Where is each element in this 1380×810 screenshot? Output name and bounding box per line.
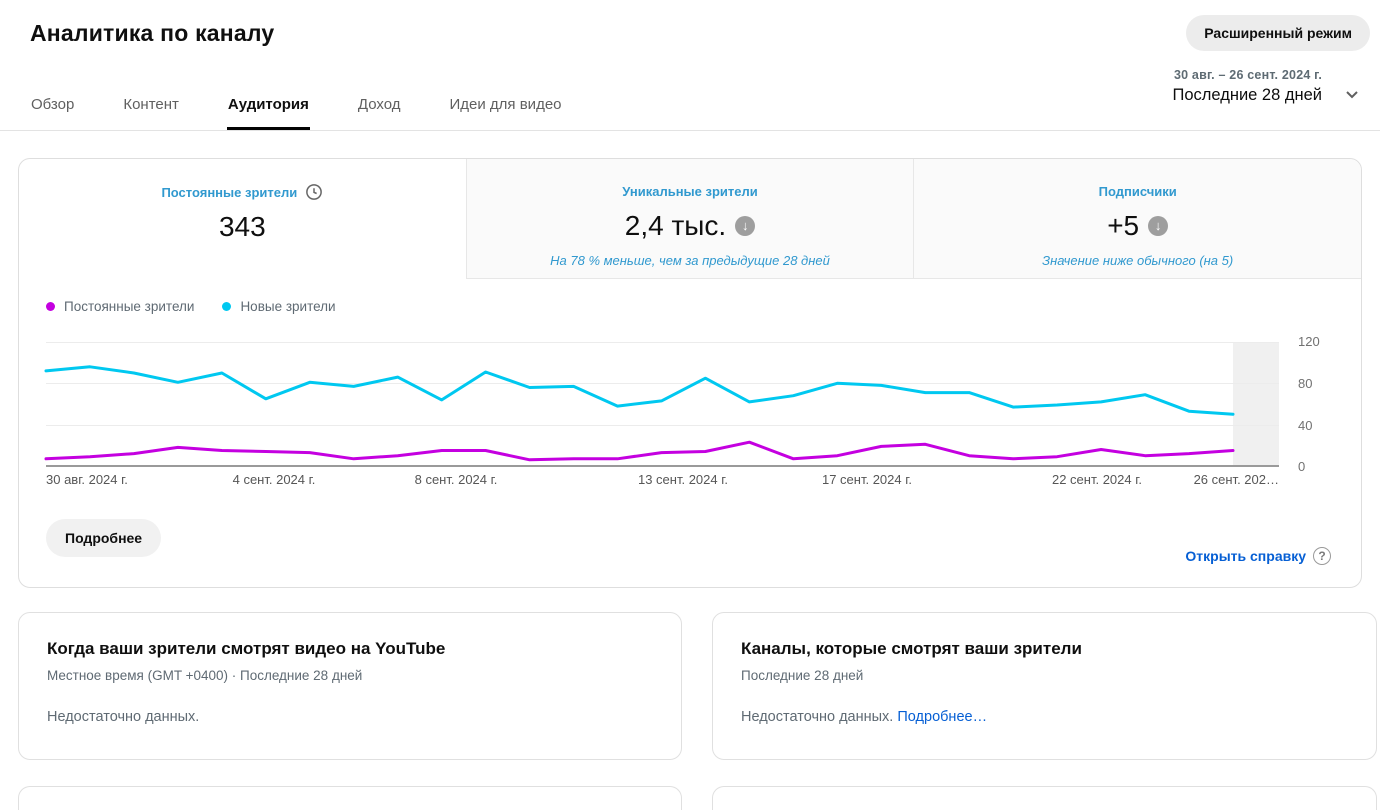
legend-label: Постоянные зрители [64,299,194,314]
metric-value: +5 [1107,210,1139,242]
legend-dot-cyan [222,302,231,311]
metric-label: Постоянные зрители [161,185,297,200]
metric-tab-returning-viewers[interactable]: Постоянные зрители 343 [19,159,466,279]
clock-icon [305,183,323,201]
analytics-card: Постоянные зрители 343 Уникальные зрител… [18,158,1362,588]
arrow-down-circle-icon: ↓ [1148,216,1168,236]
tab-content[interactable]: Контент [122,96,180,130]
open-help-link[interactable]: Открыть справку ? [1185,547,1331,565]
metric-tabs: Постоянные зрители 343 Уникальные зрител… [19,159,1361,279]
y-tick-80: 80 [1298,376,1312,391]
card-title: Когда ваши зрители смотрят видео на YouT… [47,639,653,659]
open-help-label: Открыть справку [1185,548,1306,564]
legend-label: Новые зрители [240,299,335,314]
metric-subtitle: На 78 % меньше, чем за предыдущие 28 дне… [467,253,914,268]
date-range-picker[interactable]: 30 авг. – 26 сент. 2024 г. Последние 28 … [1172,68,1322,105]
metric-subtitle: Значение ниже обычного (на 5) [914,253,1361,268]
card-watch-times: Когда ваши зрители смотрят видео на YouT… [18,612,682,760]
y-tick-40: 40 [1298,418,1312,433]
x-tick-label: 22 сент. 2024 г. [1052,472,1142,487]
advanced-mode-button[interactable]: Расширенный режим [1186,15,1370,51]
page-header: Аналитика по каналу Расширенный режим Об… [0,0,1380,131]
x-tick-label: 30 авг. 2024 г. [46,472,128,487]
x-tick-label: 4 сент. 2024 г. [233,472,316,487]
y-tick-120: 120 [1298,334,1320,349]
arrow-down-circle-icon: ↓ [735,216,755,236]
details-link[interactable]: Подробнее… [897,709,987,725]
y-tick-0: 0 [1298,459,1305,474]
tab-revenue[interactable]: Доход [357,96,402,130]
page-title: Аналитика по каналу [30,20,274,47]
line-chart [46,331,1279,471]
card-title: Каналы, которые смотрят ваши зрители [741,639,1348,659]
metric-tab-subscribers[interactable]: Подписчики +5 ↓ Значение ниже обычного (… [913,159,1361,279]
card-body-text: Недостаточно данных. [741,709,897,725]
legend-dot-magenta [46,302,55,311]
metric-tab-unique-viewers[interactable]: Уникальные зрители 2,4 тыс. ↓ На 78 % ме… [466,159,914,279]
card-partial-left [18,786,682,810]
date-range-text: 30 авг. – 26 сент. 2024 г. [1172,68,1322,82]
metric-value: 343 [219,211,266,243]
x-tick-label: 13 сент. 2024 г. [638,472,728,487]
tab-video-ideas[interactable]: Идеи для видео [449,96,563,130]
tab-audience[interactable]: Аудитория [227,96,310,130]
tab-overview[interactable]: Обзор [30,96,75,130]
metric-label: Подписчики [1099,184,1177,199]
card-body: Недостаточно данных. Подробнее… [741,709,1348,725]
x-tick-label: 17 сент. 2024 г. [822,472,912,487]
chevron-down-icon[interactable] [1340,82,1364,106]
date-preset-text: Последние 28 дней [1172,86,1322,105]
card-body: Недостаточно данных. [47,709,653,725]
x-tick-label: 8 сент. 2024 г. [415,472,498,487]
question-circle-icon: ? [1313,547,1331,565]
legend-item-new-viewers: Новые зрители [222,299,335,314]
legend-item-returning-viewers: Постоянные зрители [46,299,194,314]
metric-label: Уникальные зрители [622,184,757,199]
card-channels-watched: Каналы, которые смотрят ваши зрители Пос… [712,612,1377,760]
details-button[interactable]: Подробнее [46,519,161,557]
x-tick-label: 26 сент. 202… [1194,472,1279,487]
metric-value: 2,4 тыс. [625,210,726,242]
card-subtitle: Последние 28 дней [741,668,1348,683]
chart-legend: Постоянные зрители Новые зрители [46,299,336,314]
card-subtitle: Местное время (GMT +0400) · Последние 28… [47,668,653,683]
nav-tabs: Обзор Контент Аудитория Доход Идеи для в… [30,96,563,130]
card-partial-right [712,786,1377,810]
